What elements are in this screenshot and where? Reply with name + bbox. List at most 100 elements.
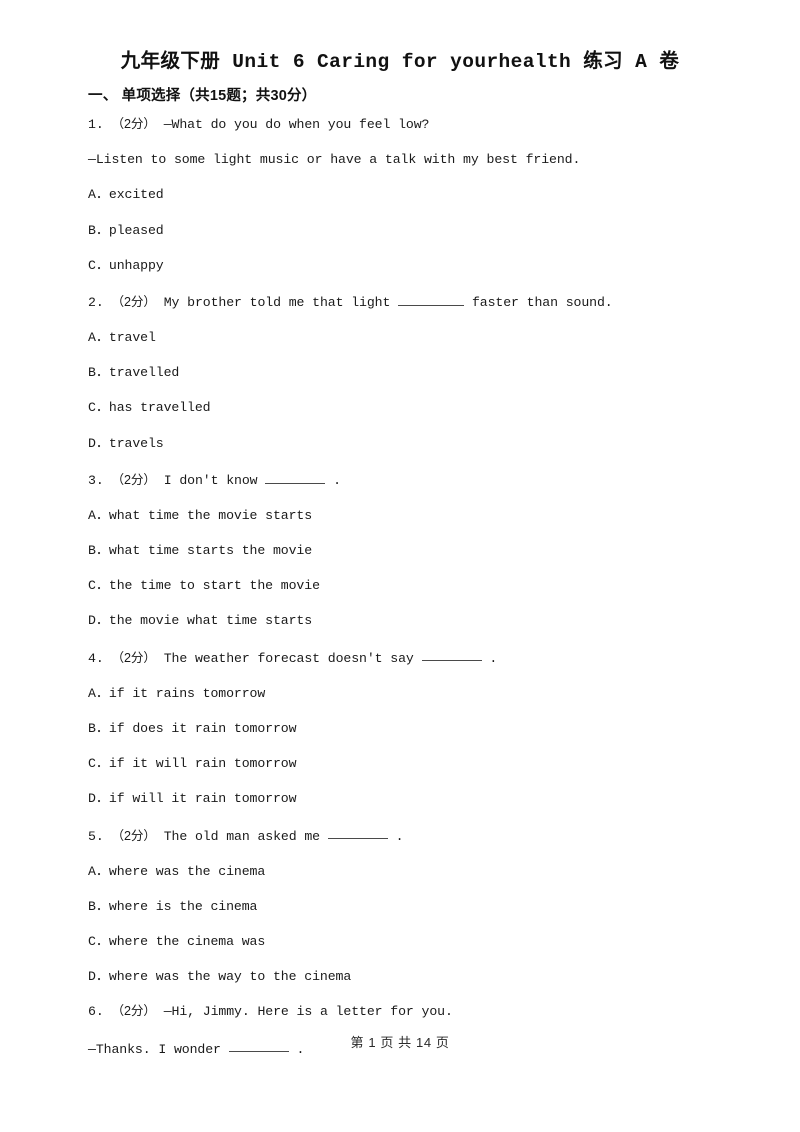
option-c: C．has travelled (88, 401, 728, 414)
option-text: unhappy (108, 257, 164, 273)
option-text: what time the movie starts (108, 507, 313, 523)
option-d: D．the movie what time starts (88, 614, 728, 627)
option-b: B．if does it rain tomorrow (88, 722, 728, 735)
option-d: D．travels (88, 437, 728, 450)
question-text: I don't know (163, 472, 258, 488)
question-text: The weather forecast doesn't say (163, 650, 414, 666)
question-stem: 2. （2分） My brother told me that light fa… (88, 294, 728, 309)
question-points: （2分） (111, 294, 156, 309)
question-block: 2. （2分） My brother told me that light fa… (88, 294, 728, 450)
option-text: where was the cinema (108, 863, 266, 879)
option-d: D．if will it rain tomorrow (88, 792, 728, 805)
option-b: B．what time starts the movie (88, 544, 728, 557)
question-block: 5. （2分） The old man asked me . A．where w… (88, 828, 728, 984)
option-a: A．if it rains tomorrow (88, 687, 728, 700)
option-text: where the cinema was (108, 933, 266, 949)
option-a: A．where was the cinema (88, 863, 728, 879)
question-block: 3. （2分） I don't know . A．what time the m… (88, 472, 728, 628)
option-letter: C． (88, 400, 109, 416)
answer-blank (421, 650, 482, 662)
option-b: B．pleased (88, 224, 728, 237)
question-stem: 5. （2分） The old man asked me . (88, 828, 728, 843)
option-text: travels (108, 435, 164, 451)
option-b: B．where is the cinema (88, 900, 728, 913)
question-number: 6. (88, 1004, 104, 1020)
option-a: A．excited (88, 188, 728, 201)
option-a: A．what time the movie starts (88, 509, 728, 522)
option-d: D．where was the way to the cinema (88, 970, 728, 983)
option-letter: C． (88, 933, 109, 949)
option-text: travel (108, 330, 156, 346)
answer-blank (327, 828, 388, 840)
answer-blank (265, 472, 326, 484)
option-text: pleased (108, 222, 164, 238)
answer-blank (398, 294, 465, 306)
question-points: （2分） (111, 472, 156, 487)
option-text: the movie what time starts (108, 613, 313, 629)
option-c: C．the time to start the movie (88, 579, 728, 592)
question-text-after: faster than sound. (471, 294, 613, 310)
option-text: if it rains tomorrow (108, 685, 266, 701)
option-letter: D． (88, 435, 109, 451)
page-footer: 第 1 页 共 14 页 (350, 1035, 450, 1050)
option-text: where was the way to the cinema (108, 969, 352, 985)
option-text: if will it rain tomorrow (108, 791, 297, 807)
question-points: （2分） (111, 650, 156, 665)
option-letter: D． (88, 613, 109, 629)
question-points: （2分） (111, 1004, 156, 1019)
option-text: if does it rain tomorrow (108, 720, 297, 736)
question-block: 1. （2分） —What do you do when you feel lo… (88, 118, 728, 272)
question-stem: 3. （2分） I don't know . (88, 472, 728, 487)
option-text: the time to start the movie (108, 578, 320, 594)
option-letter: C． (88, 578, 109, 594)
option-text: travelled (108, 365, 180, 381)
option-letter: A． (88, 507, 109, 523)
question-stem: 6. （2分） —Hi, Jimmy. Here is a letter for… (88, 1005, 728, 1018)
document-content: 一、 单项选择（共15题；共30分） 1. （2分） —What do you … (88, 84, 728, 1078)
question-text-after: . (489, 650, 498, 666)
question-text: My brother told me that light (163, 294, 391, 310)
page-title: 九年级下册 Unit 6 Caring for yourhealth 练习 A … (120, 51, 680, 73)
option-c: C．where the cinema was (88, 935, 728, 948)
option-c: C．unhappy (88, 259, 728, 272)
question-points: （2分） (111, 828, 156, 843)
option-letter: B． (88, 222, 109, 238)
question-stem: 1. （2分） —What do you do when you feel lo… (88, 118, 728, 131)
option-b: B．travelled (88, 366, 728, 379)
option-letter: B． (88, 720, 109, 736)
question-text: The old man asked me (163, 828, 320, 844)
option-letter: C． (88, 257, 109, 273)
option-letter: A． (88, 685, 109, 701)
option-letter: C． (88, 756, 109, 772)
question-text: —What do you do when you feel low? (163, 117, 430, 132)
question-continuation: —Listen to some light music or have a ta… (88, 152, 581, 168)
option-letter: D． (88, 791, 109, 807)
option-text: where is the cinema (108, 898, 258, 914)
question-text: —Hi, Jimmy. Here is a letter for you. (163, 1004, 453, 1020)
question-number: 2. (88, 294, 104, 310)
question-number: 5. (88, 828, 104, 844)
document-page: 九年级下册 Unit 6 Caring for yourhealth 练习 A … (0, 0, 800, 1132)
question-number: 3. (88, 472, 104, 488)
question-points: （2分） (111, 117, 156, 131)
option-text: excited (108, 187, 164, 203)
question-number: 4. (88, 650, 104, 666)
section-heading: 一、 单项选择（共15题；共30分） (88, 88, 317, 104)
option-letter: A． (88, 187, 109, 203)
question-stem: 4. （2分） The weather forecast doesn't say… (88, 650, 728, 665)
option-letter: B． (88, 898, 109, 914)
question-text-after: . (333, 472, 341, 488)
option-letter: A． (88, 863, 109, 879)
question-text-after: . (395, 828, 404, 844)
option-text: what time starts the movie (108, 543, 313, 559)
option-letter: A． (88, 330, 109, 346)
option-c: C．if it will rain tomorrow (88, 757, 728, 770)
option-text: if it will rain tomorrow (108, 756, 297, 772)
option-a: A．travel (88, 331, 728, 344)
option-letter: B． (88, 543, 109, 559)
question-number: 1. (88, 117, 104, 132)
option-letter: D． (88, 969, 109, 985)
question-block: 4. （2分） The weather forecast doesn't say… (88, 650, 728, 806)
option-letter: B． (88, 365, 109, 381)
option-text: has travelled (108, 400, 211, 416)
